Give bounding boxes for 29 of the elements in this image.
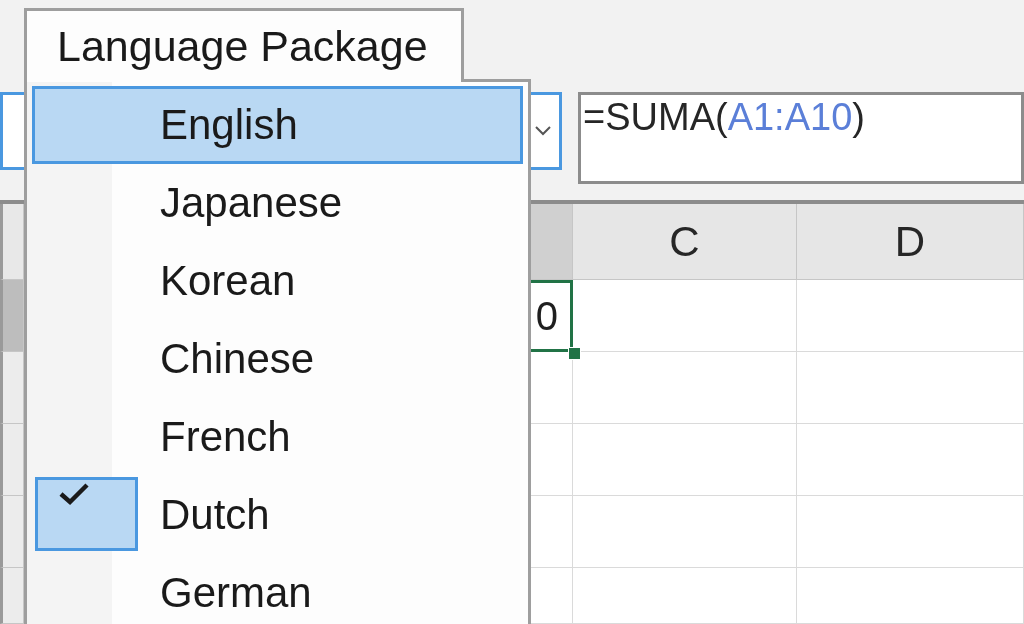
spreadsheet-cell[interactable] xyxy=(573,352,797,424)
menu-item[interactable]: Dutch xyxy=(32,476,523,554)
menu-item[interactable]: English xyxy=(32,86,523,164)
spreadsheet-cell[interactable] xyxy=(573,568,797,624)
corner-header[interactable] xyxy=(0,204,24,280)
row-header[interactable] xyxy=(0,496,24,568)
menu-item[interactable]: French xyxy=(32,398,523,476)
formula-bar[interactable]: =SUMA(A1:A10) xyxy=(578,92,1024,184)
menu-item[interactable]: German xyxy=(32,554,523,624)
row-header[interactable] xyxy=(0,352,24,424)
row-header[interactable] xyxy=(0,280,24,352)
menu-item[interactable]: Chinese xyxy=(32,320,523,398)
column-header[interactable]: D xyxy=(797,204,1024,280)
spreadsheet-cell[interactable] xyxy=(797,568,1024,624)
spreadsheet-cell[interactable] xyxy=(797,280,1024,352)
spreadsheet-cell[interactable] xyxy=(797,424,1024,496)
chevron-down-icon[interactable] xyxy=(535,126,551,136)
spreadsheet-cell[interactable] xyxy=(797,352,1024,424)
column-header[interactable] xyxy=(528,204,573,280)
menu-title[interactable]: Language Package xyxy=(24,8,464,82)
spreadsheet-cell[interactable] xyxy=(797,496,1024,568)
spreadsheet-cell[interactable] xyxy=(573,496,797,568)
menu-item[interactable]: Korean xyxy=(32,242,523,320)
row-header[interactable] xyxy=(0,568,24,624)
spreadsheet-cell[interactable] xyxy=(573,424,797,496)
fill-handle[interactable] xyxy=(568,347,581,360)
row-header[interactable] xyxy=(0,424,24,496)
menu-item[interactable]: Japanese xyxy=(32,164,523,242)
column-header[interactable]: C xyxy=(573,204,797,280)
